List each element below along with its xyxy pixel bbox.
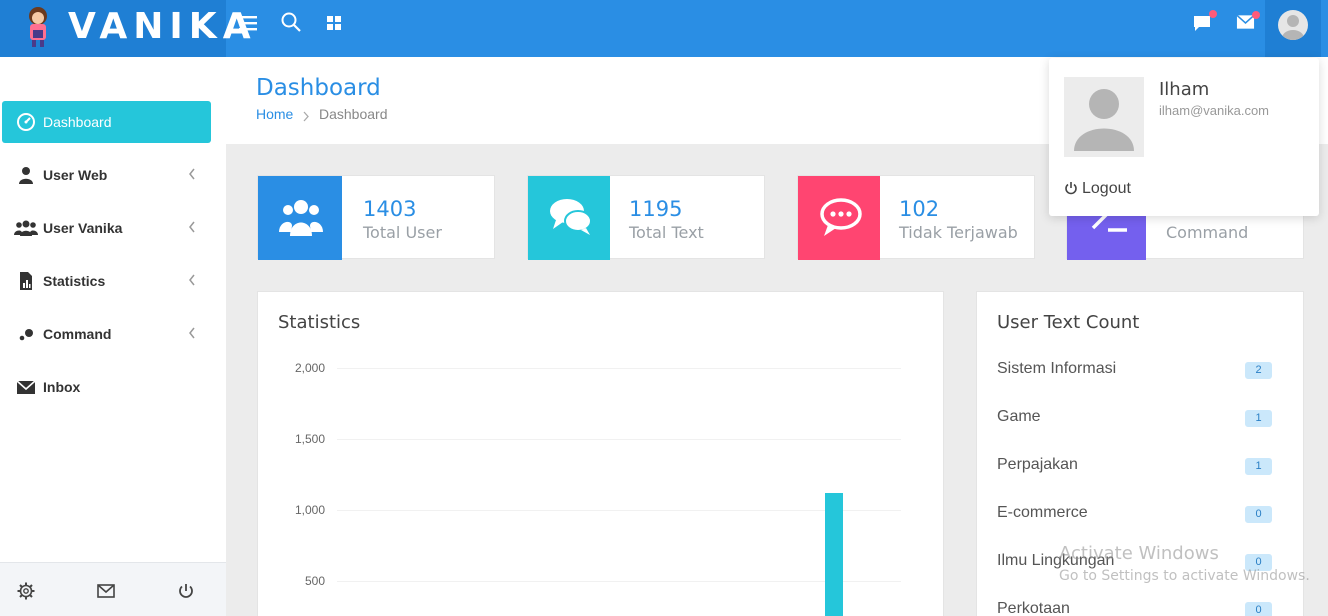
chart-y-tick-label: 2,000	[294, 361, 325, 375]
user-menu-button[interactable]	[1265, 0, 1321, 57]
windows-activation-watermark-sub: Go to Settings to activate Windows.	[1059, 568, 1310, 584]
sidebar-item-command[interactable]: Command	[2, 313, 211, 355]
settings-icon[interactable]	[17, 582, 35, 600]
stat-value: 1403	[363, 197, 417, 221]
sidebar-item-label: Statistics	[43, 273, 106, 289]
chart-y-tick-label: 1,500	[294, 432, 325, 446]
chevron-left-icon	[187, 167, 197, 181]
sidebar: Dashboard User Web User Vanika Statistic…	[0, 57, 226, 616]
user-name: Ilham	[1159, 79, 1210, 100]
dots-icon	[16, 325, 36, 343]
stat-label: Command	[1166, 223, 1249, 242]
panel-title: User Text Count	[997, 312, 1140, 333]
stat-value: 102	[899, 197, 940, 221]
sidebar-item-user-vanika[interactable]: User Vanika	[2, 207, 211, 249]
count-badge: 0	[1245, 602, 1272, 616]
chevron-left-icon	[187, 273, 197, 287]
envelope-icon	[16, 378, 36, 396]
sidebar-item-label: Command	[43, 326, 112, 342]
chart-gridline	[337, 510, 901, 511]
top-bar: VANIKA	[0, 0, 1328, 57]
chat-icon[interactable]	[1192, 10, 1217, 33]
windows-activation-watermark: Activate Windows	[1059, 543, 1219, 564]
chat-bubbles-icon	[528, 176, 610, 260]
chevron-right-icon	[302, 109, 310, 122]
count-badge: 2	[1245, 362, 1272, 379]
chevron-left-icon	[187, 326, 197, 340]
stat-label: Tidak Terjawab	[899, 223, 1018, 242]
mail-notification-dot	[1252, 11, 1260, 19]
brand-name: VANIKA	[68, 6, 257, 47]
power-icon	[1065, 182, 1077, 195]
list-item-label: E-commerce	[997, 504, 1088, 521]
menu-icon[interactable]	[237, 12, 259, 34]
statistics-panel: Statistics 2,000 1,500 1,000 500	[257, 291, 944, 616]
stat-card-total-text[interactable]: 1195 Total Text	[527, 175, 765, 260]
sidebar-item-inbox[interactable]: Inbox	[2, 366, 211, 408]
sidebar-item-label: User Vanika	[43, 220, 123, 236]
users-icon	[258, 176, 342, 260]
logout-label: Logout	[1082, 180, 1131, 197]
panel-title: Statistics	[278, 312, 361, 333]
user-icon	[16, 166, 36, 184]
count-badge: 1	[1245, 410, 1272, 427]
search-icon[interactable]	[280, 11, 302, 33]
count-badge: 0	[1245, 506, 1272, 523]
chart-y-tick-label: 500	[304, 574, 325, 588]
apps-grid-icon[interactable]	[324, 13, 344, 33]
count-badge: 1	[1245, 458, 1272, 475]
mail-icon[interactable]	[97, 584, 115, 598]
user-avatar-icon	[1064, 77, 1144, 157]
power-icon[interactable]	[177, 582, 195, 600]
stat-value: 1195	[629, 197, 683, 221]
chevron-left-icon	[187, 220, 197, 234]
user-dropdown-menu: Ilham ilham@vanika.com Logout	[1049, 58, 1319, 216]
page-title: Dashboard	[256, 75, 381, 101]
sidebar-footer	[0, 562, 226, 616]
list-item-label: Perkotaan	[997, 600, 1070, 616]
sidebar-item-user-web[interactable]: User Web	[2, 154, 211, 196]
chart-gridline	[337, 439, 901, 440]
stat-card-total-user[interactable]: 1403 Total User	[257, 175, 495, 260]
user-avatar-icon	[1278, 10, 1308, 40]
chart-bar[interactable]	[825, 492, 843, 616]
sidebar-item-statistics[interactable]: Statistics	[2, 260, 211, 302]
stat-card-tidak-terjawab[interactable]: 102 Tidak Terjawab	[797, 175, 1035, 260]
sidebar-item-label: Dashboard	[43, 114, 112, 130]
sidebar-item-label: Inbox	[43, 379, 81, 395]
chat-notification-dot	[1209, 10, 1217, 18]
brand-mascot-icon	[22, 6, 54, 48]
sidebar-item-label: User Web	[43, 167, 108, 183]
list-item-label: Sistem Informasi	[997, 360, 1117, 377]
dashboard-gauge-icon	[16, 113, 36, 131]
mail-icon[interactable]	[1236, 11, 1260, 30]
chart-y-tick-label: 1,000	[294, 503, 325, 517]
stat-label: Total User	[363, 223, 442, 242]
chart-gridline	[337, 581, 901, 582]
breadcrumb-home-link[interactable]: Home	[256, 106, 293, 122]
comment-dots-icon	[798, 176, 880, 260]
list-item-label: Game	[997, 408, 1041, 425]
users-icon	[14, 219, 38, 237]
sidebar-item-dashboard[interactable]: Dashboard	[2, 101, 211, 143]
stat-label: Total Text	[629, 223, 704, 242]
report-file-icon	[16, 272, 36, 290]
breadcrumb-current: Dashboard	[319, 106, 388, 122]
list-item-label: Perpajakan	[997, 456, 1078, 473]
logo-area[interactable]: VANIKA	[0, 0, 251, 57]
user-email: ilham@vanika.com	[1159, 103, 1270, 118]
chart-gridline	[337, 368, 901, 369]
